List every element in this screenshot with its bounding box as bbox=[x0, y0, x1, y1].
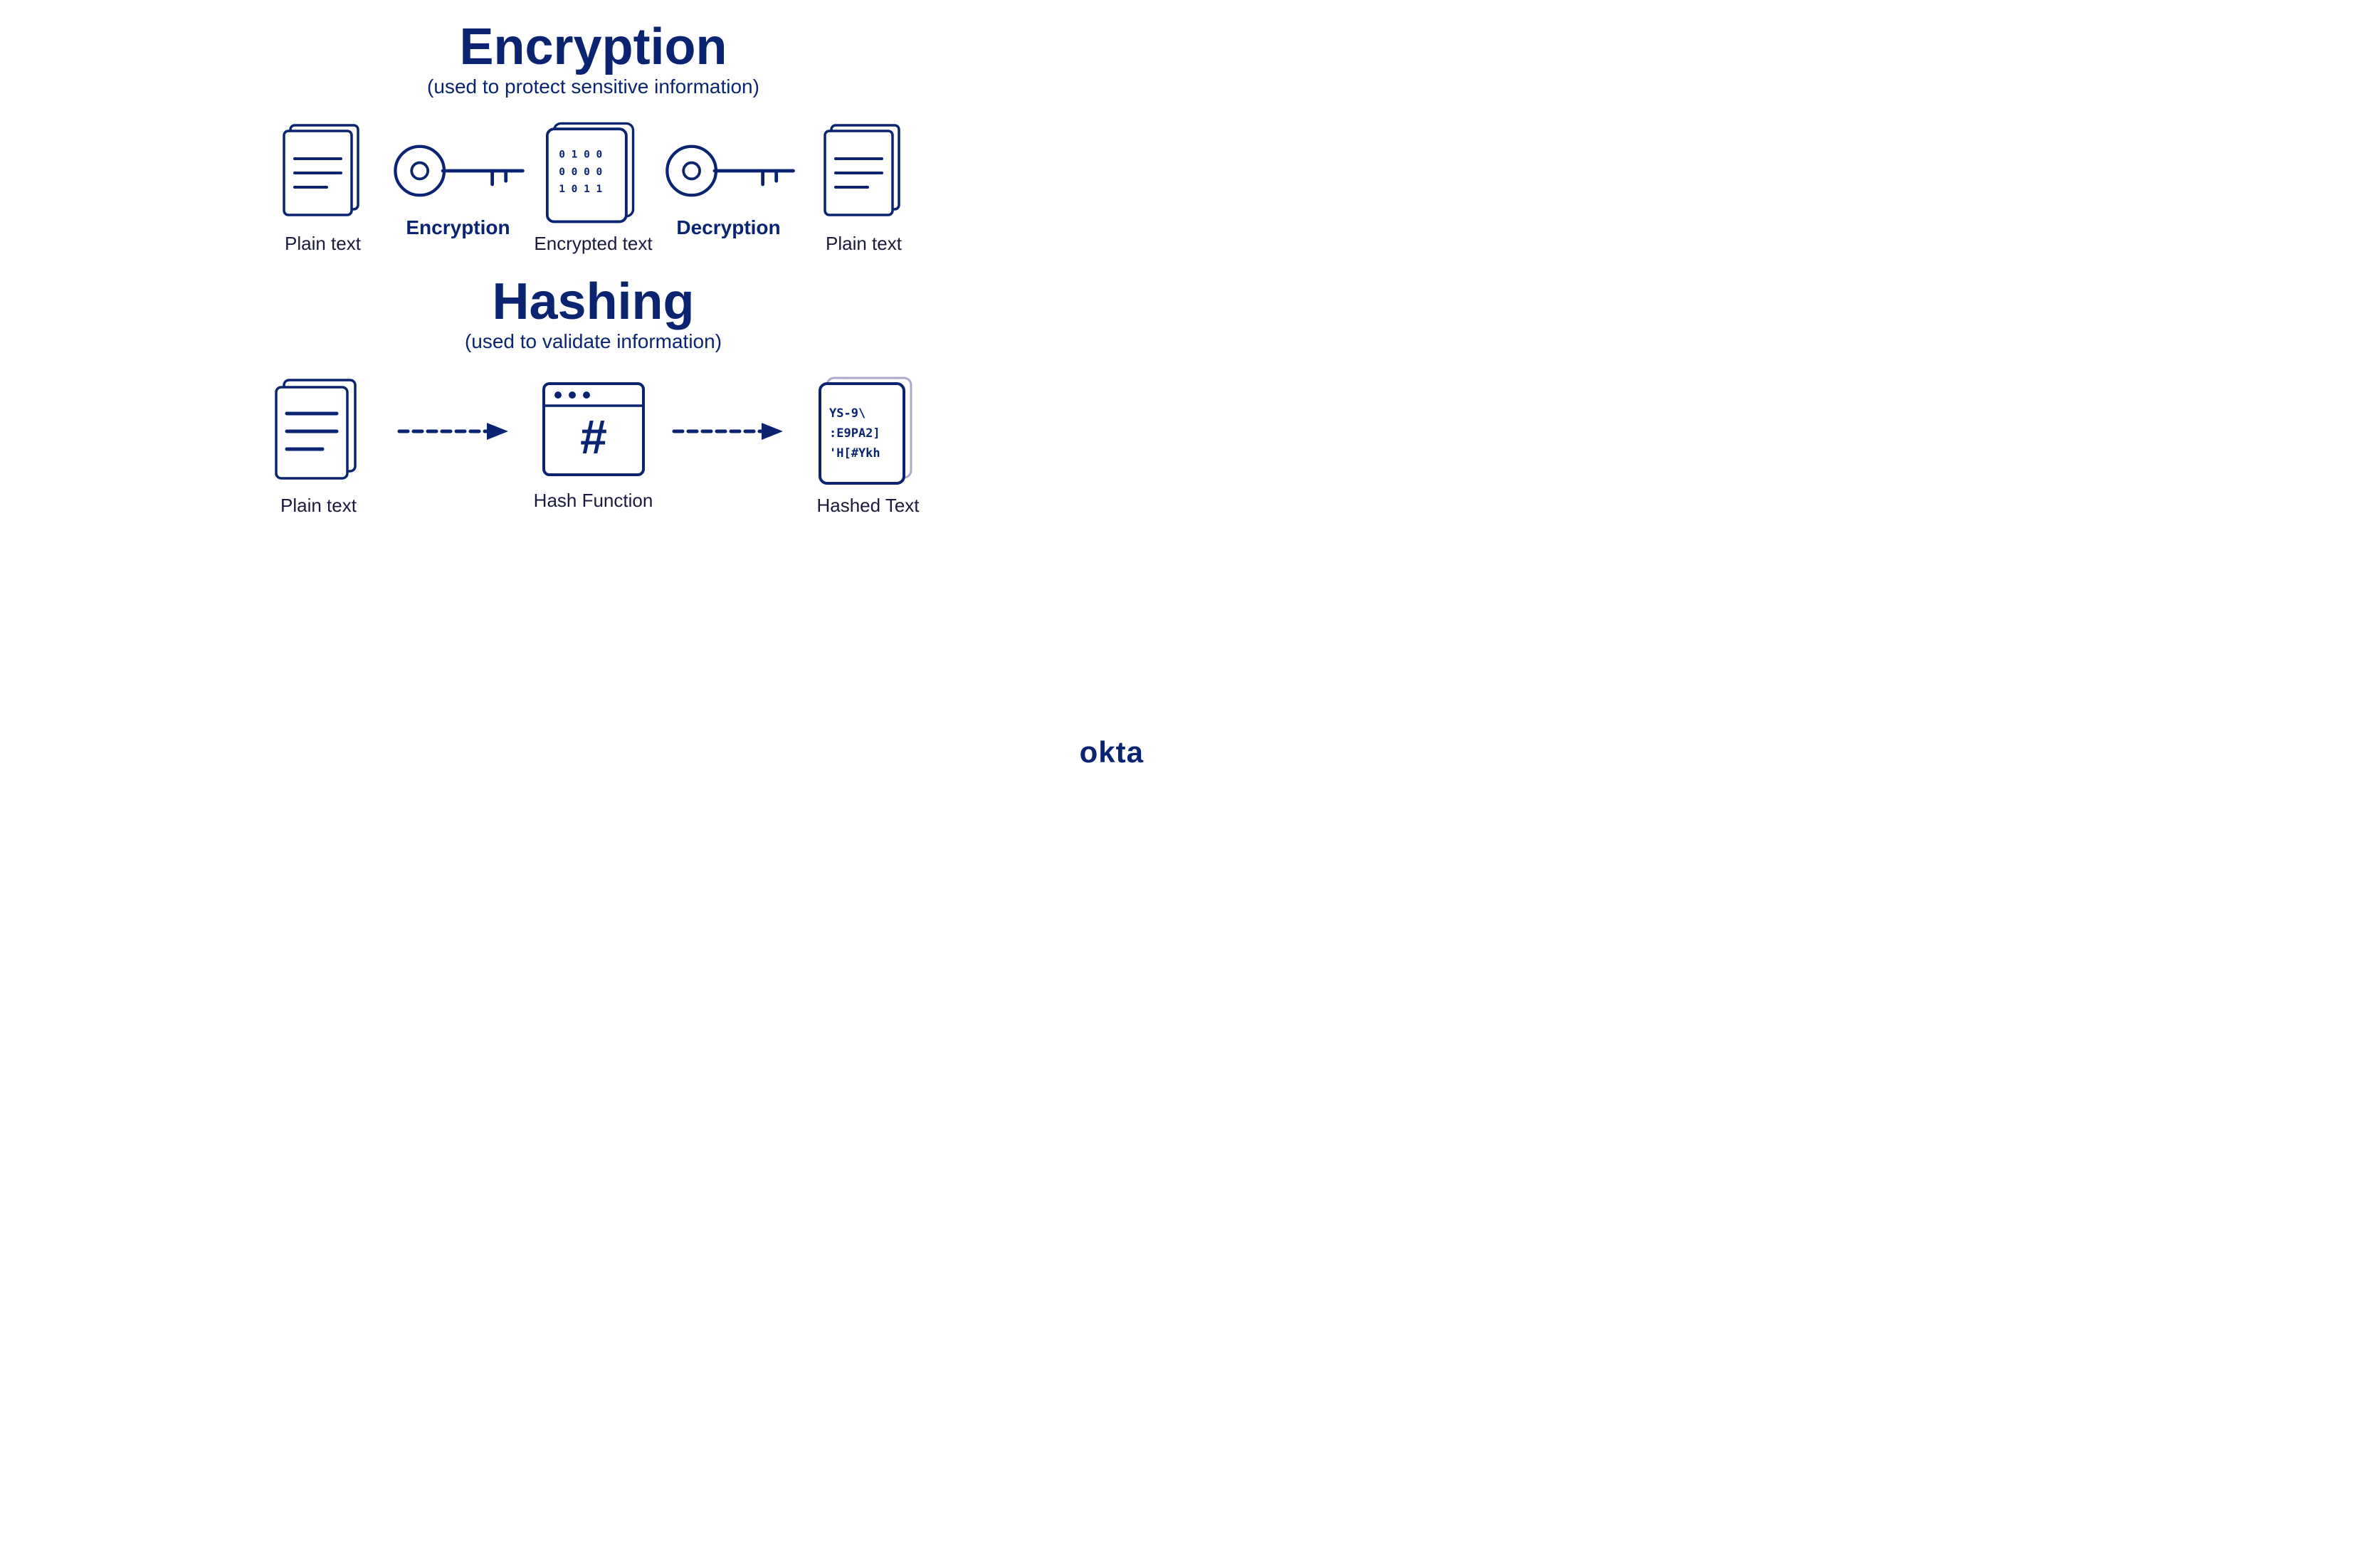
dashed-arrow-1 bbox=[396, 410, 517, 453]
okta-logo-text: okta bbox=[1080, 735, 1144, 769]
decryption-key-wrap bbox=[658, 135, 800, 206]
svg-text:#: # bbox=[580, 410, 607, 464]
encryption-flow-row: Plain text Encryption bbox=[43, 120, 1144, 255]
dashed-arrow-icon-1 bbox=[396, 410, 517, 453]
hashing-section: Hashing (used to validate information) P… bbox=[43, 276, 1144, 517]
svg-text::E9PA2]: :E9PA2] bbox=[829, 426, 880, 441]
hashed-output-icon: YS-9\ :E9PA2] 'H[#Ykh bbox=[816, 374, 920, 485]
svg-text:0 1 0 0: 0 1 0 0 bbox=[559, 149, 602, 160]
encryption-section: Encryption (used to protect sensitive in… bbox=[43, 21, 1144, 255]
encryption-subtitle: (used to protect sensitive information) bbox=[427, 75, 759, 98]
document-icon-1 bbox=[280, 120, 366, 223]
plain-text-2-label: Plain text bbox=[826, 233, 902, 255]
encryption-key-item: Encryption bbox=[387, 135, 530, 239]
plain-text-doc-1: Plain text bbox=[259, 120, 387, 255]
hashing-subtitle: (used to validate information) bbox=[465, 330, 722, 353]
encryption-key-wrap bbox=[387, 135, 530, 206]
plain-text-doc-2: Plain text bbox=[800, 120, 928, 255]
encrypted-doc-icon: 0 1 0 0 0 0 0 0 1 0 1 1 bbox=[544, 118, 643, 225]
decryption-label: Decryption bbox=[676, 216, 780, 239]
hash-plain-text-label: Plain text bbox=[280, 495, 357, 517]
svg-text:'H[#Ykh: 'H[#Ykh bbox=[829, 446, 880, 461]
plain-text-1-label: Plain text bbox=[285, 233, 361, 255]
document-icon-2 bbox=[821, 120, 907, 223]
encrypted-text-label: Encrypted text bbox=[534, 233, 652, 255]
encrypted-text-item: 0 1 0 0 0 0 0 0 1 0 1 1 Encrypted text bbox=[530, 120, 658, 255]
hash-document-icon bbox=[273, 374, 365, 485]
encryption-key-icon bbox=[387, 132, 530, 210]
encrypted-box: 0 1 0 0 0 0 0 0 1 0 1 1 bbox=[544, 120, 643, 223]
decryption-key-icon bbox=[658, 132, 800, 210]
okta-logo: okta bbox=[1080, 735, 1144, 769]
hashing-flow-row: Plain text bbox=[43, 374, 1144, 517]
svg-text:1 0 1 1: 1 0 1 1 bbox=[559, 183, 602, 194]
hash-plain-text-doc: Plain text bbox=[255, 374, 383, 517]
decryption-key-item: Decryption bbox=[658, 135, 800, 239]
hashed-text-label: Hashed Text bbox=[816, 495, 919, 517]
browser-hash-icon: # bbox=[540, 380, 647, 480]
page: Encryption (used to protect sensitive in… bbox=[0, 0, 1186, 784]
hash-function-label: Hash Function bbox=[534, 490, 653, 512]
dashed-arrow-2 bbox=[670, 410, 791, 453]
svg-text:YS-9\: YS-9\ bbox=[829, 406, 865, 421]
hashed-text-item: YS-9\ :E9PA2] 'H[#Ykh Hashed Text bbox=[804, 374, 932, 517]
encryption-label: Encryption bbox=[406, 216, 510, 239]
hashing-title: Hashing bbox=[492, 276, 694, 327]
encryption-title: Encryption bbox=[459, 21, 727, 73]
hash-function-item: # Hash Function bbox=[530, 380, 658, 512]
svg-text:0 0 0 0: 0 0 0 0 bbox=[559, 166, 602, 177]
dashed-arrow-icon-2 bbox=[670, 410, 791, 453]
